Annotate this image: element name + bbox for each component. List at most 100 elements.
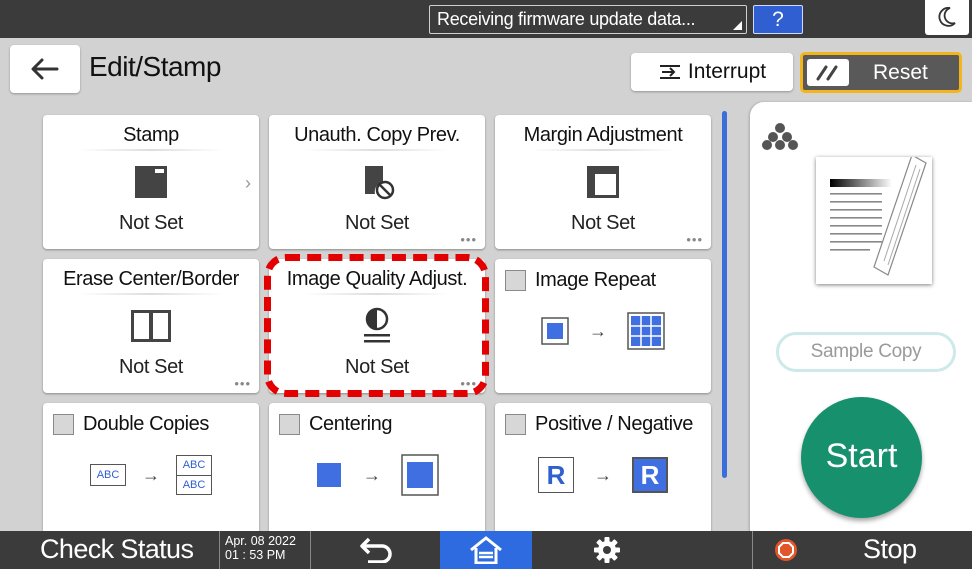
centering-checkbox[interactable] — [279, 414, 300, 435]
date-text: Apr. 08 2022 — [225, 534, 296, 548]
copy-prevention-icon — [269, 163, 485, 201]
image-repeat-checkbox[interactable] — [505, 270, 526, 291]
gear-icon — [594, 537, 620, 563]
tile-title: Positive / Negative — [535, 413, 694, 435]
more-icon: ••• — [234, 376, 251, 391]
tile-title: Stamp — [123, 124, 179, 146]
more-icon: ••• — [686, 232, 703, 247]
tile-image-quality-adjust[interactable]: Image Quality Adjust. Not Set ••• — [269, 259, 485, 393]
divider — [305, 149, 449, 151]
back-nav-button[interactable] — [314, 531, 438, 569]
tile-title: Image Repeat — [535, 269, 656, 291]
centered-image-icon — [401, 454, 439, 496]
reset-button[interactable]: Reset — [800, 52, 962, 93]
copy-preview — [816, 154, 932, 284]
check-status-button[interactable]: Check Status — [0, 531, 216, 569]
tile-header: Centering — [279, 413, 393, 436]
moon-icon — [938, 7, 956, 27]
tile-header: Image Repeat — [505, 269, 656, 292]
stop-button[interactable]: Stop — [752, 531, 972, 569]
home-button[interactable] — [440, 531, 532, 569]
reset-label: Reset — [873, 61, 928, 84]
abc-top: ABC — [177, 456, 211, 476]
tile-status: Not Set — [345, 356, 409, 378]
tile-title: Margin Adjustment — [523, 124, 683, 146]
energy-saver-button[interactable] — [925, 0, 969, 35]
more-icon: ••• — [460, 232, 477, 247]
negative-r-sample: R — [632, 457, 668, 493]
undo-icon — [360, 537, 392, 563]
tile-positive-negative[interactable]: Positive / Negative R → R — [495, 403, 711, 537]
start-button[interactable]: Start — [801, 397, 922, 518]
tile-double-copies[interactable]: Double Copies ABC → ABC ABC — [43, 403, 259, 537]
arrow-right-icon: → — [142, 464, 160, 485]
bottom-bar: Check Status Apr. 08 2022 01 : 53 PM Sto… — [0, 531, 972, 569]
image-repeat-illustration: → — [495, 307, 711, 355]
stop-icon — [775, 539, 797, 561]
stamp-icon — [43, 163, 259, 201]
interrupt-icon — [659, 65, 680, 79]
arrow-right-icon: → — [594, 464, 612, 485]
date-time: Apr. 08 2022 01 : 53 PM — [219, 531, 311, 569]
positive-negative-illustration: R → R — [495, 451, 711, 499]
tile-header: Positive / Negative — [505, 413, 693, 436]
settings-button[interactable] — [534, 531, 680, 569]
tile-status: Not Set — [119, 212, 183, 234]
positive-negative-checkbox[interactable] — [505, 414, 526, 435]
tile-title: Unauth. Copy Prev. — [294, 124, 460, 146]
tile-erase-center-border[interactable]: Erase Center/Border Not Set ••• — [43, 259, 259, 393]
divider — [79, 149, 223, 151]
repeated-image-icon — [627, 312, 665, 350]
page-title: Edit/Stamp — [89, 51, 221, 82]
double-abc-sample: ABC ABC — [176, 455, 212, 495]
home-icon — [470, 536, 502, 564]
tile-status: Not Set — [345, 212, 409, 234]
chevron-right-icon: › — [245, 173, 251, 193]
double-copies-checkbox[interactable] — [53, 414, 74, 435]
interrupt-label: Interrupt — [687, 60, 767, 83]
tile-title: Image Quality Adjust. — [286, 268, 468, 290]
back-button[interactable] — [10, 45, 80, 93]
firmware-status-text: Receiving firmware update data... — [437, 9, 696, 29]
tile-status: Not Set — [119, 356, 183, 378]
tile-unauth-copy-prevention[interactable]: Unauth. Copy Prev. Not Set ••• — [269, 115, 485, 249]
preview-document-icon — [830, 154, 927, 276]
tile-title: Erase Center/Border — [63, 268, 239, 290]
positive-r-sample: R — [538, 457, 574, 493]
tile-image-repeat[interactable]: Image Repeat → — [495, 259, 711, 393]
divider — [305, 293, 449, 295]
stop-label: Stop — [863, 534, 917, 564]
tile-status: Not Set — [571, 212, 635, 234]
firmware-status-message[interactable]: Receiving firmware update data... — [429, 5, 747, 34]
top-bar: Receiving firmware update data... ? — [0, 0, 972, 38]
image-quality-icon — [269, 307, 485, 345]
margin-icon — [495, 163, 711, 201]
erase-border-icon — [43, 307, 259, 345]
single-image-icon — [541, 317, 569, 345]
tile-title: Centering — [309, 413, 393, 435]
toner-icon — [762, 123, 798, 150]
help-button[interactable]: ? — [753, 5, 803, 34]
arrow-left-icon — [31, 58, 59, 80]
tile-header: Double Copies — [53, 413, 209, 436]
arrow-right-icon: → — [589, 320, 607, 341]
abc-sample: ABC — [90, 464, 126, 486]
scrollbar[interactable] — [722, 111, 727, 478]
divider — [79, 293, 223, 295]
tile-stamp[interactable]: Stamp › Not Set — [43, 115, 259, 249]
sample-copy-button[interactable]: Sample Copy — [776, 332, 956, 372]
centering-illustration: → — [269, 451, 485, 499]
tile-centering[interactable]: Centering → — [269, 403, 485, 537]
expand-corner-icon — [733, 21, 742, 30]
divider — [531, 149, 675, 151]
interrupt-button[interactable]: Interrupt — [631, 53, 793, 91]
abc-bottom: ABC — [182, 479, 206, 491]
tile-title: Double Copies — [83, 413, 209, 435]
time-text: 01 : 53 PM — [225, 548, 286, 562]
double-copies-illustration: ABC → ABC ABC — [43, 451, 259, 499]
reset-icon — [807, 59, 849, 86]
arrow-right-icon: → — [363, 464, 381, 485]
more-icon: ••• — [460, 376, 477, 391]
tile-margin-adjustment[interactable]: Margin Adjustment Not Set ••• — [495, 115, 711, 249]
offset-image-icon — [317, 463, 341, 487]
